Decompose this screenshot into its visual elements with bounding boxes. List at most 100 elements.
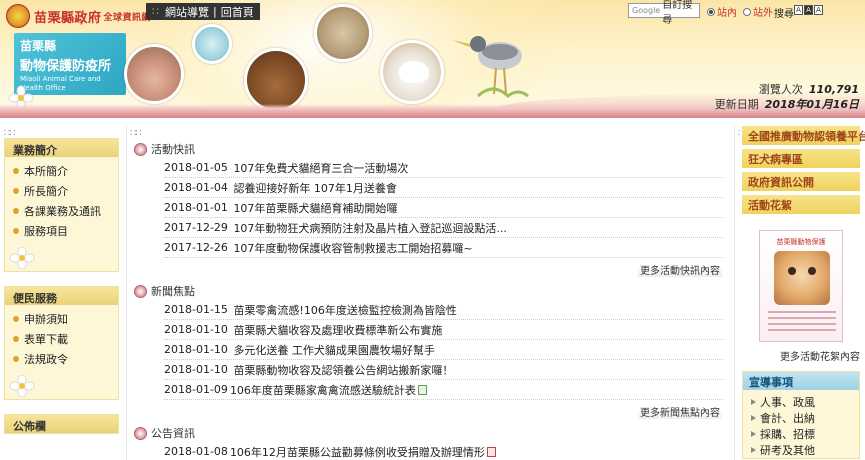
flower-icon	[9, 247, 35, 269]
updated-value: 2018年01月16日	[764, 98, 859, 111]
section-title: 公告資訊	[151, 427, 195, 440]
promo-item[interactable]: 採購、招標	[751, 426, 859, 442]
cattle-photo	[244, 48, 308, 112]
sidebar-item-sections[interactable]: 各課業務及通訊	[13, 201, 112, 221]
font-size-switcher: A A A	[794, 5, 823, 15]
search-button[interactable]: 搜尋	[774, 5, 794, 20]
news-item[interactable]: 2018-01-04 認養迎接好新年 107年1月送養會	[164, 178, 724, 198]
announcement-section: 公告資訊 2018-01-08 106年12月苗栗縣公益勸募條例收受捐贈及辦理情形	[134, 424, 724, 460]
poster-text-line	[768, 323, 836, 325]
news-item[interactable]: 2017-12-29 107年動物狂犬病預防注射及晶片植入登記巡迴設點活...	[164, 218, 724, 238]
county-emblem-icon	[6, 4, 30, 28]
news-item[interactable]: 2018-01-15 苗栗零禽流感!106年度送檢監控檢測為皆陰性	[164, 300, 724, 320]
google-brand: Google	[632, 6, 661, 15]
center-dots-icon: ∷∷	[130, 128, 142, 139]
flower-icon	[9, 375, 35, 397]
agency-county: 苗栗縣	[20, 39, 57, 53]
ferret-photo	[380, 40, 444, 104]
visits-label: 瀏覽人次	[758, 83, 803, 96]
sidebar-item-regulations[interactable]: 法規政令	[13, 349, 112, 369]
bulletin-box: 公佈欄	[4, 414, 119, 434]
sidebar-item-apply[interactable]: 申辦須知	[13, 309, 112, 329]
section-bullet-icon	[134, 142, 147, 156]
poster-text-line	[768, 317, 836, 319]
document-icon[interactable]	[417, 384, 427, 395]
news-item[interactable]: 2017-12-26 107年度動物保護收容管制救援志工開始招募囉~	[164, 238, 724, 258]
updated-label: 更新日期	[714, 98, 759, 111]
nav-dots-icon: ∷	[152, 5, 159, 18]
kitten-image	[774, 251, 830, 305]
pig-photo	[124, 44, 184, 104]
top-nav: ∷ 網站導覽 | 回首頁	[146, 3, 260, 20]
left-divider	[126, 126, 127, 460]
news-item[interactable]: 2018-01-10 苗栗縣犬貓收容及處理收費標準新公布實施	[164, 320, 724, 340]
activity-poster[interactable]: 苗栗縣動物保護	[759, 230, 843, 342]
business-intro-title: 業務簡介	[5, 139, 118, 157]
bullet-icon	[13, 356, 19, 362]
search-placeholder: 自訂搜尋	[662, 0, 693, 26]
scope-out-site[interactable]: 站外	[743, 4, 773, 19]
more-photos-link[interactable]: 更多活動花絮內容	[780, 352, 860, 363]
more-activity-link[interactable]: 更多活動快訊內容	[638, 266, 722, 277]
arrow-icon	[751, 447, 756, 453]
section-bullet-icon	[134, 284, 147, 298]
bullet-icon	[13, 336, 19, 342]
right-divider	[734, 126, 735, 460]
adoption-platform-link[interactable]: 全國推廣動物認領養平台	[742, 126, 865, 145]
section-title: 新聞焦點	[151, 285, 195, 298]
sidebar-item-director[interactable]: 所長簡介	[13, 181, 112, 201]
agency-name: 動物保護防疫所	[20, 59, 112, 74]
activity-photos-link[interactable]: 活動花絮	[742, 195, 860, 214]
gov-info-link[interactable]: 政府資訊公開	[742, 172, 860, 191]
promo-item[interactable]: 會計、出納	[751, 410, 859, 426]
arrow-icon	[751, 399, 756, 405]
bullet-icon	[13, 316, 19, 322]
google-search-box[interactable]: Google 自訂搜尋	[628, 0, 700, 26]
sidebar-item-forms[interactable]: 表單下載	[13, 329, 112, 349]
business-intro-box: 業務簡介 本所簡介 所長簡介 各課業務及通訊 服務項目	[4, 138, 119, 272]
heron-icon	[452, 36, 529, 98]
news-item[interactable]: 2018-01-10 多元化送養 工作犬貓成果園農牧場好幫手	[164, 340, 724, 360]
agency-english-line1: Miaoli Animal Care and	[20, 75, 101, 83]
radio-icon	[743, 7, 751, 16]
news-focus-section: 新聞焦點 2018-01-15 苗栗零禽流感!106年度送檢監控檢測為皆陰性 2…	[134, 282, 724, 420]
main-content: 活動快訊 2018-01-05 107年免費犬貓絕育三合一活動場次 2018-0…	[134, 140, 724, 460]
bulletin-title[interactable]: 公佈欄	[5, 415, 118, 433]
citizen-service-box: 便民服務 申辦須知 表單下載 法規政令	[4, 286, 119, 400]
section-bullet-icon	[134, 426, 147, 440]
bullet-icon	[13, 228, 19, 234]
news-item[interactable]: 2018-01-05 107年免費犬貓絕育三合一活動場次	[164, 158, 724, 178]
nav-separator: |	[213, 5, 217, 18]
font-large-button[interactable]: A	[814, 5, 823, 15]
right-sidebar: 全國推廣動物認領養平台 狂犬病專區 政府資訊公開 活動花絮 苗栗縣動物保護 更多…	[742, 126, 865, 459]
sitemap-link[interactable]: 網站導覽	[165, 4, 209, 20]
news-item[interactable]: 2018-01-10 苗栗縣動物收容及認領養公告網站搬新家囉！	[164, 360, 724, 380]
poster-text-line	[768, 311, 836, 313]
font-medium-button[interactable]: A	[804, 5, 813, 15]
promo-title: 宣導事項	[743, 372, 859, 390]
rabies-zone-link[interactable]: 狂犬病專區	[742, 149, 860, 168]
more-news-link[interactable]: 更多新聞焦點內容	[638, 408, 722, 419]
scope-in-site[interactable]: 站內	[707, 4, 737, 19]
promo-item[interactable]: 人事、政風	[751, 394, 859, 410]
lab-photo	[192, 24, 232, 64]
bullet-icon	[13, 168, 19, 174]
sidebar-item-about[interactable]: 本所簡介	[13, 161, 112, 181]
news-item[interactable]: 2018-01-01 107年苗栗縣犬貓絕育補助開始囉	[164, 198, 724, 218]
poster-text-line	[768, 329, 836, 331]
home-link[interactable]: 回首頁	[221, 4, 254, 20]
citizen-service-title: 便民服務	[5, 287, 118, 305]
pdf-icon[interactable]	[486, 446, 496, 457]
poster-title: 苗栗縣動物保護	[776, 238, 826, 246]
logo-english: County	[56, 16, 85, 25]
promo-item[interactable]: 研考及其他	[751, 442, 859, 458]
arrow-icon	[751, 415, 756, 421]
site-stats: 瀏覽人次 110,791 更新日期 2018年01月16日	[715, 82, 859, 112]
radio-selected-icon	[707, 7, 715, 16]
font-small-button[interactable]: A	[794, 5, 803, 15]
sidebar-item-services[interactable]: 服務項目	[13, 221, 112, 241]
news-item[interactable]: 2018-01-09 106年度苗栗縣家禽禽流感送驗統計表	[164, 380, 724, 400]
visits-value: 110,791	[808, 83, 859, 96]
site-header: 苗栗縣政府 全球資訊網 County ∷ 網站導覽 | 回首頁 苗栗縣 動物保護…	[0, 0, 865, 118]
news-item[interactable]: 2018-01-08 106年12月苗栗縣公益勸募條例收受捐贈及辦理情形	[164, 442, 724, 460]
